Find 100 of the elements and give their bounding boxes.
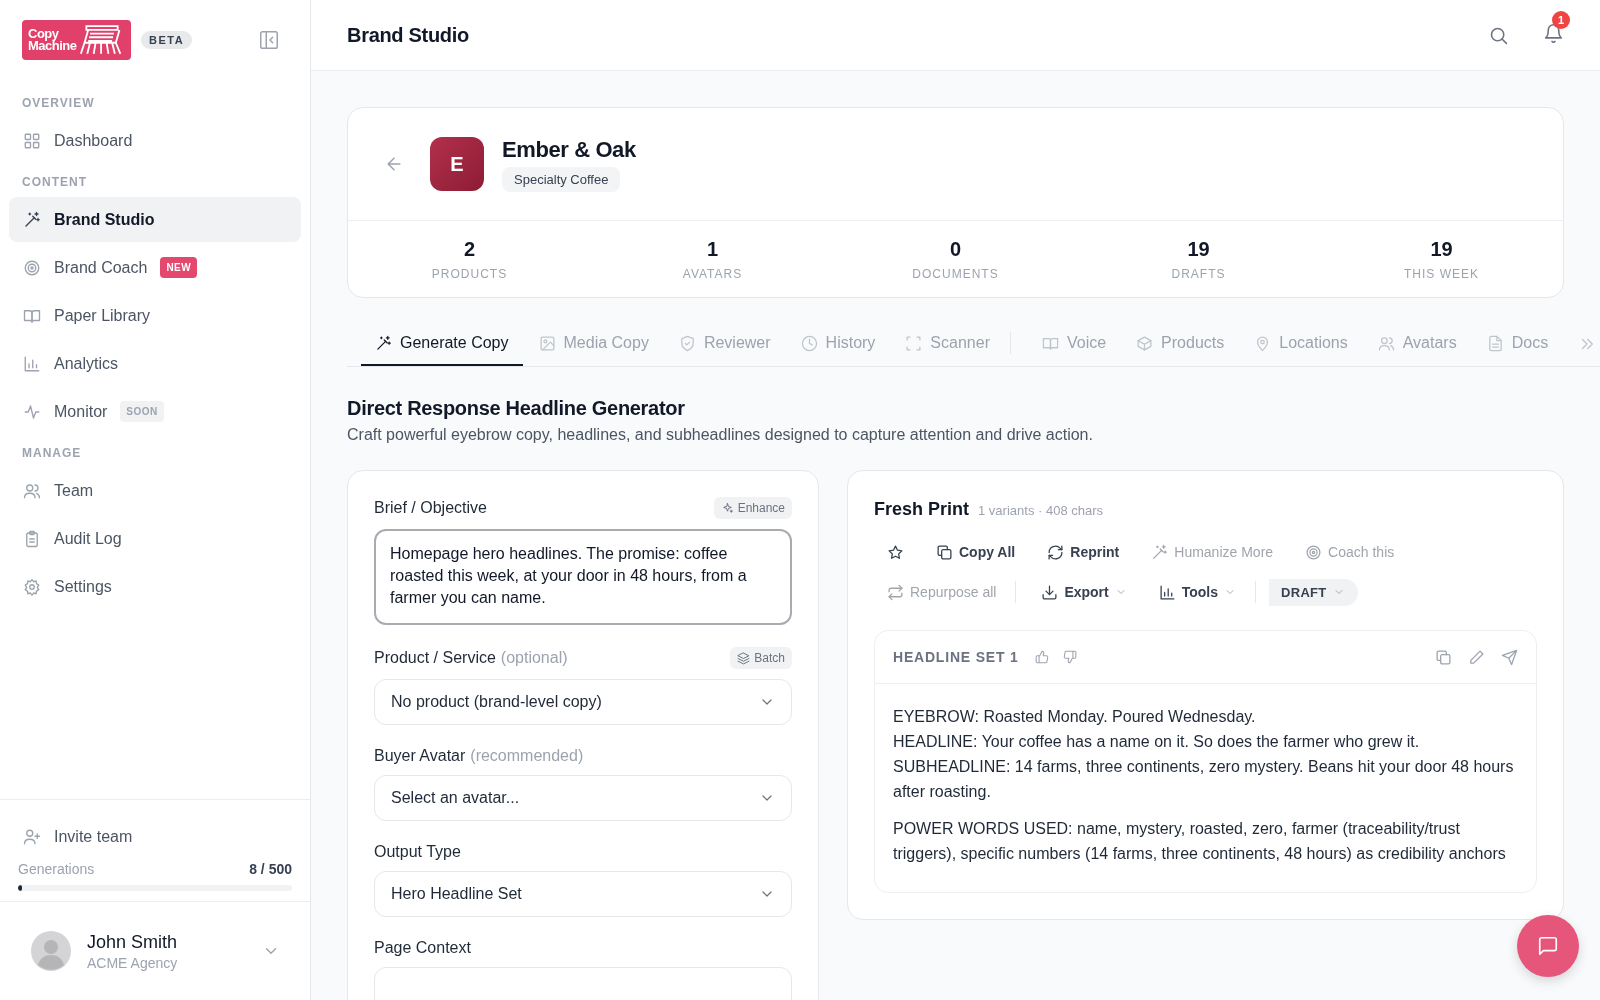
stat-value: 0 [949, 237, 962, 261]
stat-value: 19 [1187, 237, 1210, 261]
thumbs-down-icon[interactable] [1062, 650, 1077, 664]
copy-line: EYEBROW: Roasted Monday. Poured Wednesday. [893, 707, 1257, 727]
clock-icon [800, 334, 818, 352]
thumbs-up-icon[interactable] [1034, 650, 1049, 664]
usage-label: Generations [18, 861, 95, 877]
wand-icon [1151, 543, 1169, 561]
bar-chart-icon [1158, 583, 1176, 601]
shield-icon [678, 334, 696, 352]
user-plus-icon [23, 827, 41, 846]
category-tag: Specialty Coffee [502, 166, 621, 192]
notification-count: 1 [1552, 10, 1570, 29]
copy-icon [936, 543, 953, 561]
wand-icon [23, 210, 41, 229]
users-icon [1377, 334, 1395, 352]
pulse-icon [23, 402, 41, 421]
copy-icon[interactable] [1435, 648, 1452, 666]
nav-item[interactable]: Analytics [9, 341, 301, 386]
nav-label: Analytics [54, 354, 119, 373]
beta-badge: BETA [141, 31, 193, 49]
stat-value: 2 [463, 237, 476, 261]
section-title: Direct Response Headline Generator [347, 397, 686, 420]
refresh-icon [1047, 543, 1065, 561]
bell-icon[interactable] [1543, 22, 1564, 44]
nav-item[interactable]: Paper Library [9, 293, 301, 338]
enhance-button[interactable]: Enhance [713, 497, 792, 519]
sidebar-collapse-icon[interactable] [258, 29, 280, 51]
toolbar-button[interactable]: Reprint [1034, 537, 1133, 567]
field-label: Output Type [374, 843, 461, 861]
user-menu[interactable]: John Smith ACME Agency [0, 901, 310, 1000]
avatar-icon [31, 931, 71, 971]
select-field[interactable]: No product (brand-level copy) [374, 679, 792, 725]
section-description: Craft powerful eyebrow copy, headlines, and subheadlines designed to capture attention and drive action. [347, 426, 1094, 444]
bar-chart-icon [23, 354, 41, 373]
copy-line: SUBHEADLINE: 14 farms, three continents, zero mystery. Beans hit your door 48 hours after roasting. [893, 757, 1515, 802]
select-field[interactable]: Hero Headline Set [374, 871, 792, 917]
nav-item[interactable]: Team [9, 468, 301, 513]
user-organization: ACME Agency [87, 954, 179, 971]
nav-item[interactable]: Monitor SOON [9, 389, 301, 434]
edit-icon[interactable] [1468, 648, 1485, 666]
section-heading: CONTENT [21, 175, 88, 189]
stat-value: 19 [1430, 237, 1453, 261]
copy-line: HEADLINE: Your coffee has a name on it. So does the farmer who grew it. [893, 732, 1421, 752]
nav-item[interactable]: Brand Studio [9, 197, 301, 242]
section-heading: OVERVIEW [21, 96, 96, 110]
batch-button[interactable]: Batch [730, 647, 792, 669]
nav-label: Dashboard [54, 131, 133, 150]
nav-item[interactable]: Brand Coach NEW [9, 245, 301, 290]
stat-label: PRODUCTS [431, 266, 508, 281]
page-title: Brand Studio [347, 23, 469, 47]
scan-icon [905, 334, 923, 352]
repeat-icon [887, 583, 904, 601]
logo-text: Copy Machine [28, 28, 77, 52]
brief-textarea[interactable]: Homepage hero headlines. The promise: coffee roasted this week, at your door in 48 hours, from a farmer you can name. [374, 529, 792, 625]
select-field[interactable]: Select an avatar... [374, 775, 792, 821]
field-label: Buyer Avatar (recommended) [374, 747, 584, 765]
chat-button[interactable] [1517, 915, 1579, 977]
stat-label: DRAFTS [1171, 266, 1226, 281]
result-title: Fresh Print [874, 499, 970, 520]
result-meta: 1 variants · 408 chars [978, 503, 1104, 518]
nav-item[interactable]: Settings [9, 564, 301, 609]
stat-value: 1 [706, 237, 719, 261]
field-label: Page Context [374, 939, 471, 957]
download-icon [1041, 583, 1059, 601]
usage-count: 8 / 500 [249, 861, 292, 877]
invite-team-link[interactable]: Invite team [9, 814, 301, 859]
set-title: HEADLINE SET 1 [893, 649, 1019, 665]
nav-item[interactable]: Audit Log [9, 516, 301, 561]
status-dropdown[interactable]: DRAFT [1255, 578, 1358, 606]
sparkle-icon [720, 501, 734, 515]
wand-icon [375, 334, 392, 352]
nav-item[interactable]: Dashboard [9, 118, 301, 163]
nav-label: Brand Studio [54, 210, 155, 229]
field-label: Brief / Objective [374, 499, 487, 517]
layers-icon [737, 651, 751, 665]
settings-icon [23, 577, 41, 596]
target-icon [23, 258, 41, 277]
stat-label: THIS WEEK [1404, 266, 1479, 281]
nav-label: Monitor [54, 402, 108, 421]
brand-logo: E [430, 137, 484, 191]
user-name: John Smith [87, 931, 179, 953]
users-icon [23, 481, 41, 500]
document-icon [1486, 334, 1504, 352]
image-icon [538, 334, 556, 352]
toolbar-button[interactable]: Tools [1145, 577, 1250, 607]
clipboard-icon [23, 529, 41, 548]
brand-name: Ember & Oak [502, 136, 636, 163]
tab[interactable]: Generate Copy [361, 322, 523, 366]
nav-label: Brand Coach [54, 258, 148, 277]
status-badge: NEW [160, 257, 198, 278]
nav-label: Team [54, 481, 94, 500]
chat-icon [1537, 935, 1559, 957]
stat-label: AVATARS [682, 266, 743, 281]
status-badge: SOON [120, 401, 164, 422]
select-field[interactable] [374, 967, 792, 1000]
toolbar-button[interactable]: Copy All [923, 537, 1029, 567]
box-icon [1136, 334, 1154, 352]
grid-icon [23, 131, 41, 150]
send-icon[interactable] [1501, 648, 1518, 666]
